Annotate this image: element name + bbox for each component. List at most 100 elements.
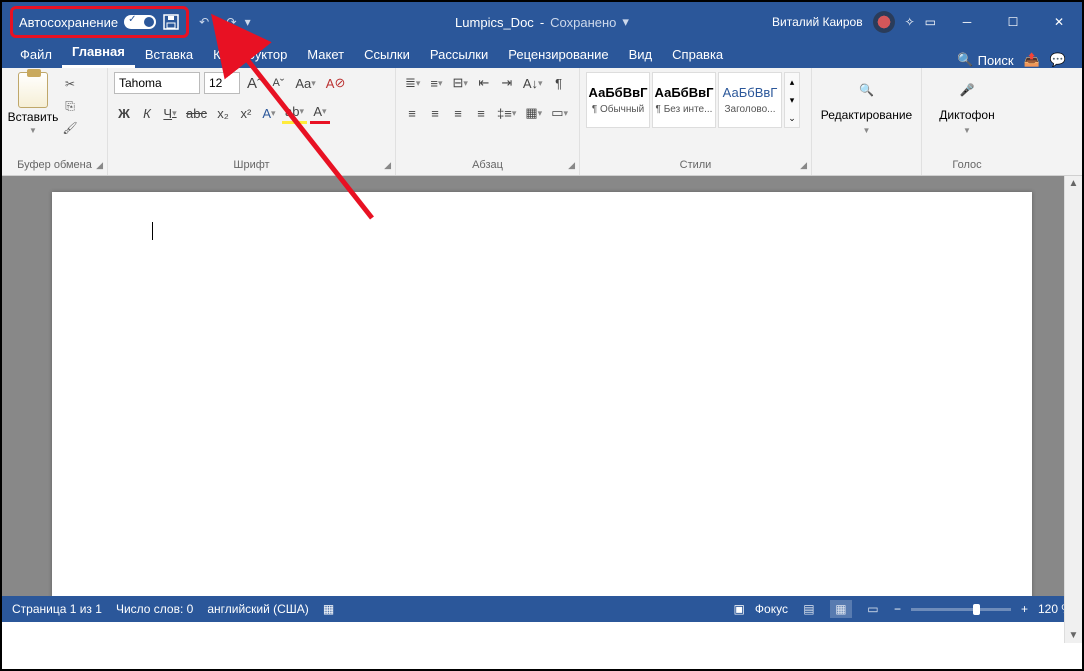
sort-button[interactable]: A↓ [520,72,546,94]
italic-button[interactable]: К [137,102,157,124]
superscript-button[interactable]: x² [236,102,256,124]
group-paragraph-label: Абзац [472,159,503,171]
style-heading1[interactable]: АаБбВвГ Заголово... [718,72,782,128]
paragraph-launcher-icon[interactable]: ◢ [568,160,575,171]
paste-button[interactable]: Вставить ▼ [8,72,58,136]
minimize-button[interactable]: ─ [944,2,990,42]
strike-button[interactable]: abc [183,102,210,124]
subscript-button[interactable]: x₂ [213,102,233,124]
tab-design[interactable]: Конструктор [203,43,297,68]
text-effects-button[interactable]: A [259,102,279,124]
status-lang[interactable]: английский (США) [207,602,308,616]
doc-status-chevron-icon[interactable]: ▾ [622,14,629,30]
ribbon-display-icon[interactable]: ▭ [925,15,936,29]
align-center-button[interactable]: ≡ [425,102,445,124]
styles-launcher-icon[interactable]: ◢ [800,160,807,171]
editing-label: Редактирование [821,108,912,122]
qat-customize-icon[interactable]: ▾ [245,15,251,29]
clear-format-button[interactable]: A⊘ [323,72,349,94]
ribbon-tabs: Файл Главная Вставка Конструктор Макет С… [2,42,1082,68]
autosave-highlight: Автосохранение [10,6,189,38]
styles-more-button[interactable]: ▴▾⌄ [784,72,800,128]
tab-references[interactable]: Ссылки [354,43,420,68]
redo-icon[interactable]: ↷ [227,15,237,29]
status-words[interactable]: Число слов: 0 [116,602,193,616]
comments-icon[interactable]: 💬 [1050,52,1066,68]
bullets-button[interactable]: ≣ [402,72,423,94]
group-paragraph: ≣ ≡ ⊟ ⇤ ⇥ A↓ ¶ ≡ ≡ ≡ ≡ ‡≡ ▦ ▭ Абзац ◢ [396,68,580,175]
doc-name: Lumpics_Doc [455,15,534,30]
borders-button[interactable]: ▭ [548,102,571,124]
coming-soon-icon[interactable]: ✧ [905,15,915,29]
paste-icon [18,72,48,108]
autosave-label: Автосохранение [19,15,118,30]
tab-home[interactable]: Главная [62,40,135,68]
align-left-button[interactable]: ≡ [402,102,422,124]
search-label: Поиск [978,53,1014,68]
view-print-icon[interactable]: ▦ [830,600,852,618]
group-voice-label: Голос [952,159,981,171]
indent-left-button[interactable]: ⇤ [474,72,494,94]
avatar[interactable] [873,11,895,33]
autosave-toggle[interactable] [124,15,156,29]
search-button[interactable]: 🔍 Поиск [957,52,1013,68]
zoom-slider[interactable] [911,608,1011,611]
highlight-button[interactable]: ab [282,102,307,124]
font-name-select[interactable] [114,72,200,94]
view-web-icon[interactable]: ▭ [862,600,884,618]
justify-button[interactable]: ≡ [471,102,491,124]
copy-icon[interactable]: ⎘ [62,98,78,114]
editing-button[interactable]: 🔍 Редактирование ▼ [818,72,915,139]
scroll-up-icon[interactable]: ▲ [1069,178,1079,189]
undo-icon[interactable]: ↶ ▾ [199,15,218,29]
align-right-button[interactable]: ≡ [448,102,468,124]
font-color-button[interactable]: A [310,102,330,124]
user-name[interactable]: Виталий Каиров [772,15,863,29]
bold-button[interactable]: Ж [114,102,134,124]
format-painter-icon[interactable]: 🖌 [62,120,78,136]
font-launcher-icon[interactable]: ◢ [384,160,391,171]
tab-view[interactable]: Вид [619,43,663,68]
status-macro-icon[interactable]: ▦ [323,602,334,616]
tab-review[interactable]: Рецензирование [498,43,618,68]
scroll-down-icon[interactable]: ▼ [1069,630,1079,641]
tab-mailings[interactable]: Рассылки [420,43,498,68]
paste-label: Вставить [8,110,59,124]
grow-font-button[interactable]: Aˆ [244,72,264,94]
zoom-out-button[interactable]: − [894,602,901,616]
style-nospacing[interactable]: АаБбВвГ ¶ Без инте... [652,72,716,128]
change-case-button[interactable]: Aa [292,72,318,94]
clipboard-launcher-icon[interactable]: ◢ [96,160,103,171]
maximize-button[interactable]: ☐ [990,2,1036,42]
vertical-scrollbar[interactable]: ▲ ▼ [1064,176,1082,643]
cut-icon[interactable]: ✂ [62,76,78,92]
shading-button[interactable]: ▦ [522,102,545,124]
save-icon[interactable] [162,13,180,31]
line-spacing-button[interactable]: ‡≡ [494,102,519,124]
group-styles-label: Стили [680,159,712,171]
share-icon[interactable]: 📤 [1024,52,1040,68]
tab-file[interactable]: Файл [10,43,62,68]
indent-right-button[interactable]: ⇥ [497,72,517,94]
view-read-icon[interactable]: ▤ [798,600,820,618]
numbering-button[interactable]: ≡ [426,72,446,94]
tab-insert[interactable]: Вставка [135,43,203,68]
show-marks-button[interactable]: ¶ [549,72,569,94]
shrink-font-button[interactable]: Aˇ [268,72,288,94]
status-focus[interactable]: Фокус [755,602,788,616]
style-normal[interactable]: АаБбВвГ ¶ Обычный [586,72,650,128]
group-clipboard: Вставить ▼ ✂ ⎘ 🖌 Буфер обмена ◢ [2,68,108,175]
zoom-in-button[interactable]: + [1021,602,1028,616]
dictate-button[interactable]: 🎤 Диктофон ▼ [928,72,1006,139]
underline-button[interactable]: Ч [160,102,180,124]
multilevel-button[interactable]: ⊟ [449,72,470,94]
font-size-select[interactable] [204,72,240,94]
close-button[interactable]: ✕ [1036,2,1082,42]
page[interactable] [52,192,1032,596]
tab-layout[interactable]: Макет [297,43,354,68]
status-page[interactable]: Страница 1 из 1 [12,602,102,616]
document-area[interactable] [2,176,1082,596]
tab-help[interactable]: Справка [662,43,733,68]
focus-icon: ▣ [734,602,745,616]
doc-status[interactable]: Сохранено [550,15,616,30]
